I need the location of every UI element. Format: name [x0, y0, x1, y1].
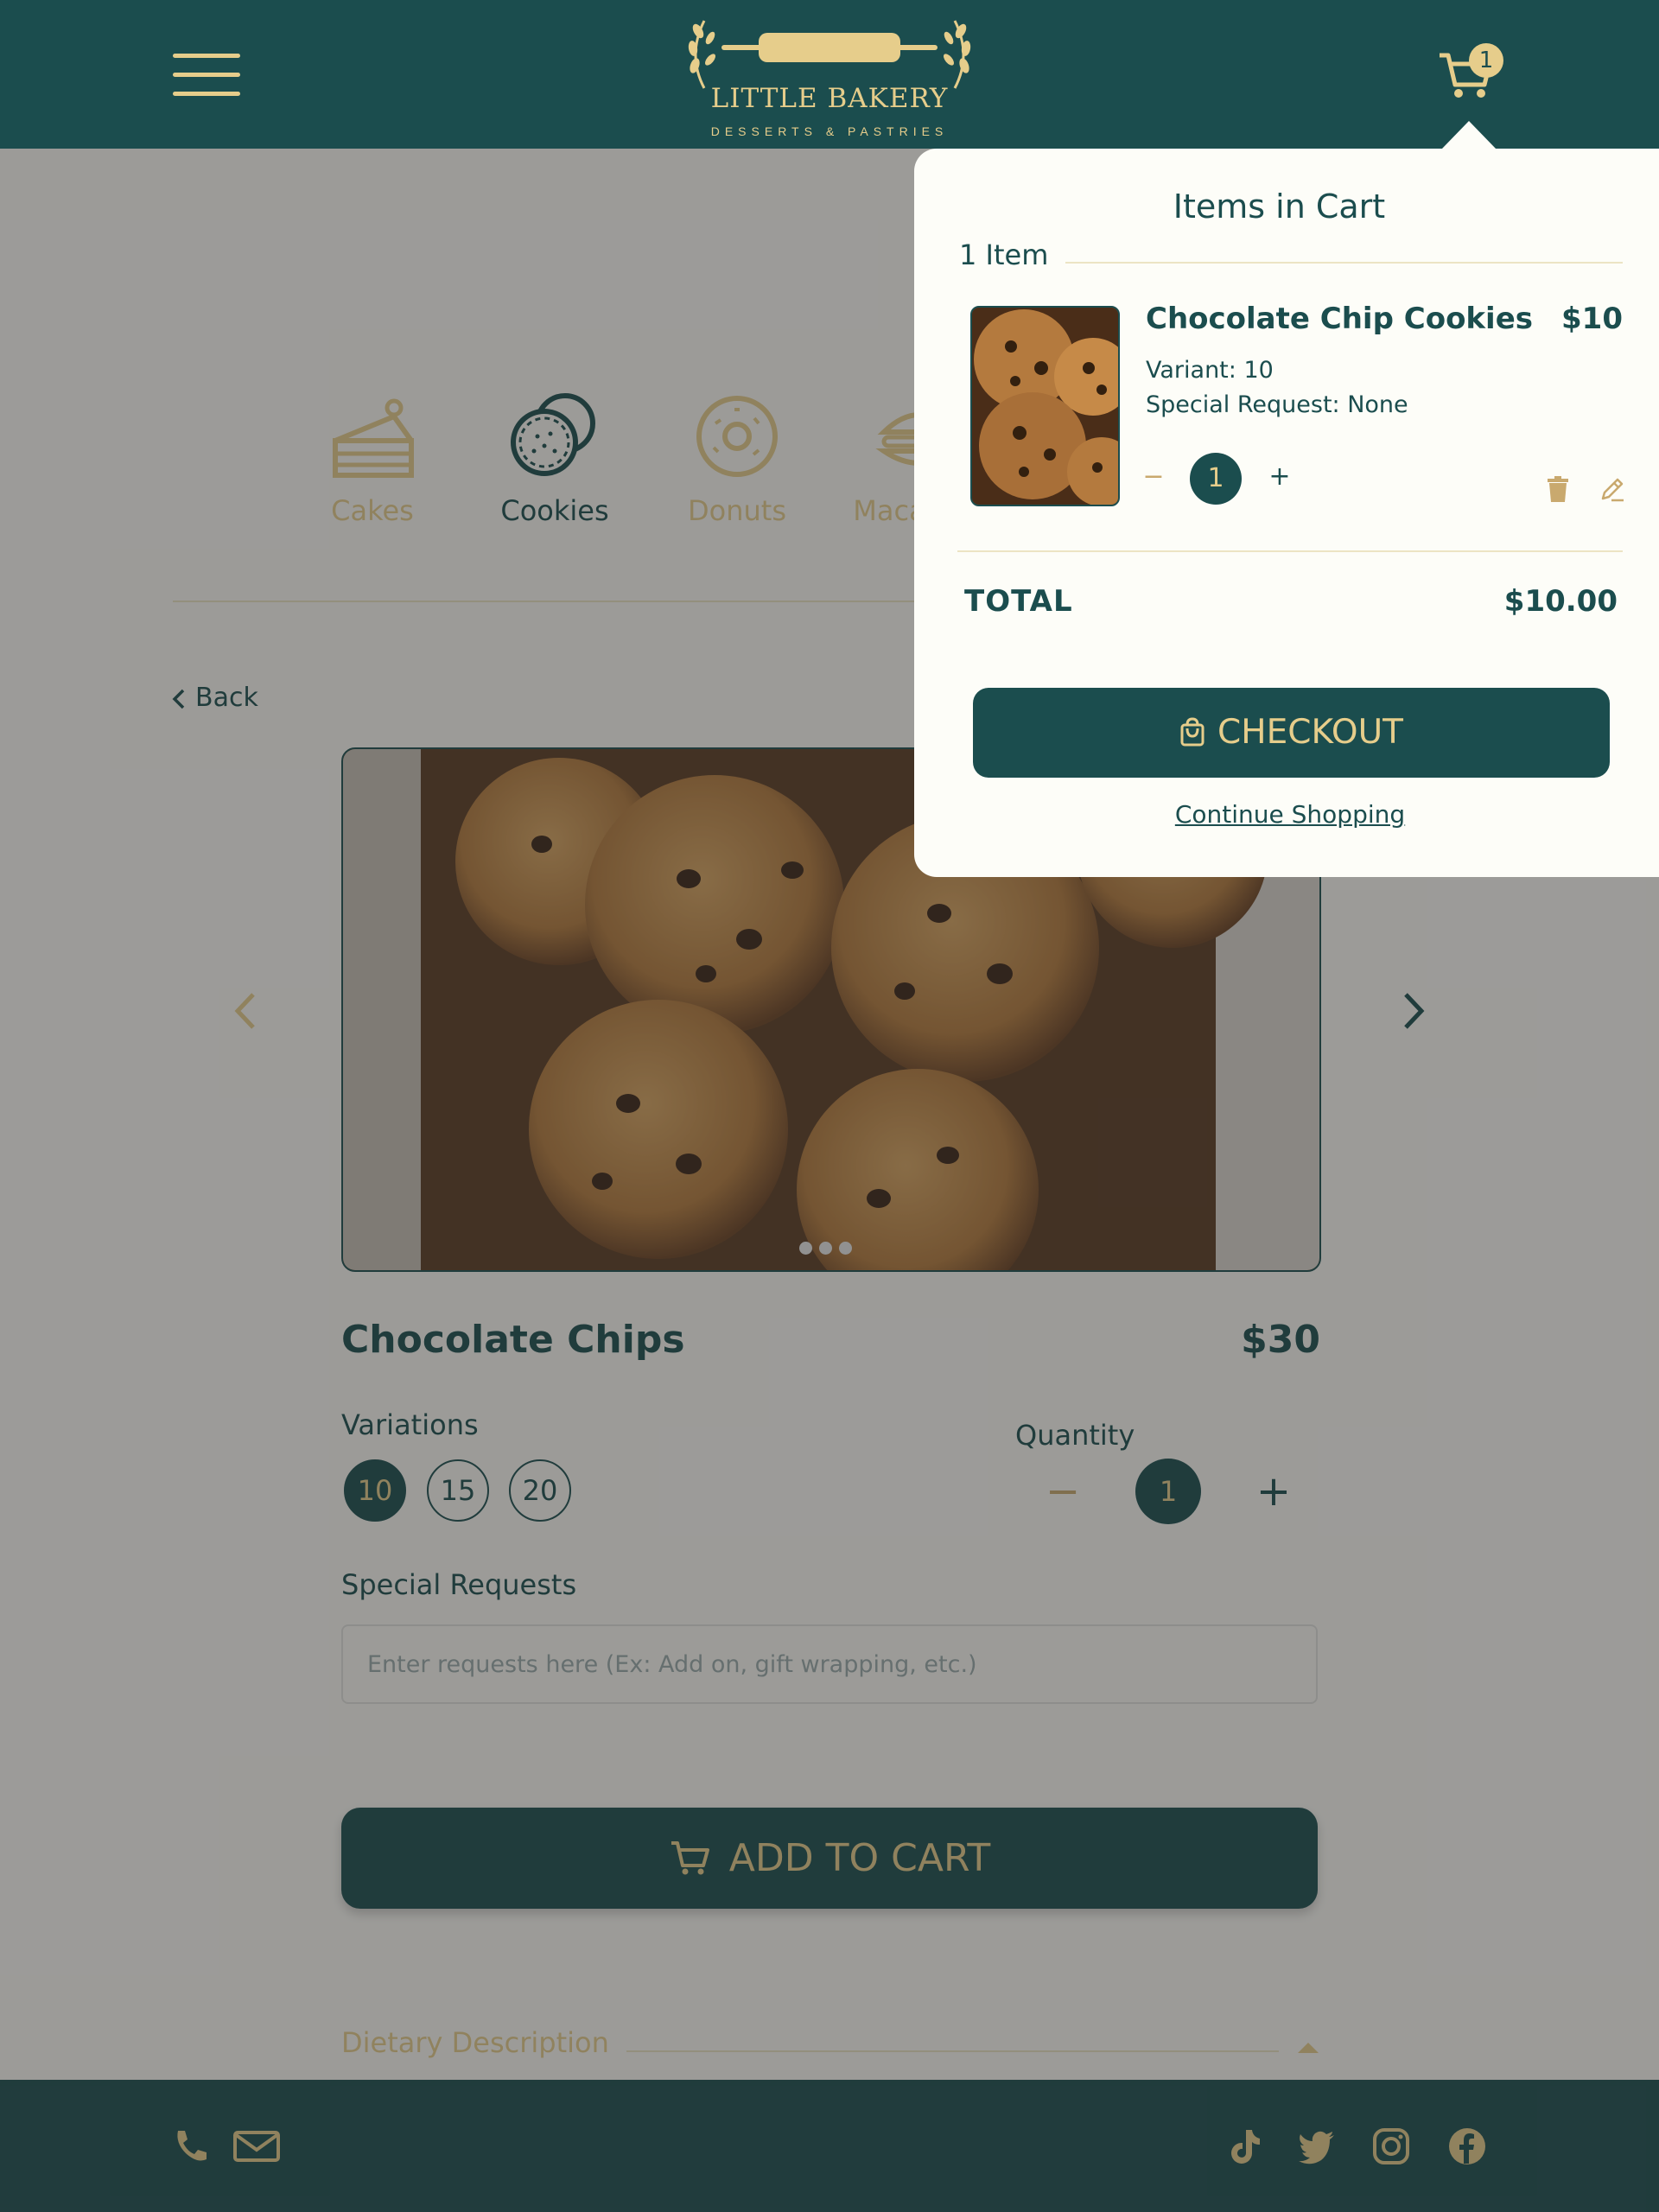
cart-item-increase-button[interactable]: + — [1267, 461, 1293, 496]
cart-item-special-request: Special Request: None — [1146, 391, 1408, 418]
cart-item-price: $10 — [1561, 302, 1623, 336]
shopping-bag-icon — [1180, 716, 1205, 746]
checkout-button[interactable]: CHECKOUT — [973, 688, 1610, 778]
cart-total-value: $10.00 — [1503, 584, 1618, 619]
trash-icon[interactable] — [1547, 476, 1569, 502]
edit-pencil-icon[interactable] — [1599, 476, 1625, 502]
cart-total-label: TOTAL — [964, 584, 1073, 619]
logo-title: LITTLE BAKERY — [710, 83, 949, 114]
rolling-pin-icon — [688, 20, 971, 89]
cart-panel-pointer — [1441, 121, 1497, 149]
site-header: LITTLE BAKERY DESSERTS & PASTRIES 1 — [0, 0, 1659, 149]
cart-count-badge: 1 — [1469, 43, 1503, 78]
checkout-label: CHECKOUT — [1217, 713, 1403, 752]
cart-item-decrease-button[interactable]: − — [1141, 461, 1166, 496]
cart-item-name: Chocolate Chip Cookies — [1146, 302, 1533, 336]
logo-subtitle: DESSERTS & PASTRIES — [710, 124, 949, 138]
cart-title: Items in Cart — [1173, 188, 1386, 226]
cart-item-variant: Variant: 10 — [1146, 357, 1274, 384]
cart-item-thumbnail — [970, 306, 1120, 506]
menu-icon[interactable] — [173, 54, 240, 97]
cart-divider — [957, 550, 1623, 552]
cart-item-count: 1 Item — [959, 238, 1049, 271]
bakery-logo[interactable]: LITTLE BAKERY DESSERTS & PASTRIES — [674, 12, 985, 142]
cart-item-quantity: 1 — [1190, 453, 1242, 505]
continue-shopping-link[interactable]: Continue Shopping — [914, 800, 1659, 829]
cart-divider — [1065, 262, 1623, 264]
